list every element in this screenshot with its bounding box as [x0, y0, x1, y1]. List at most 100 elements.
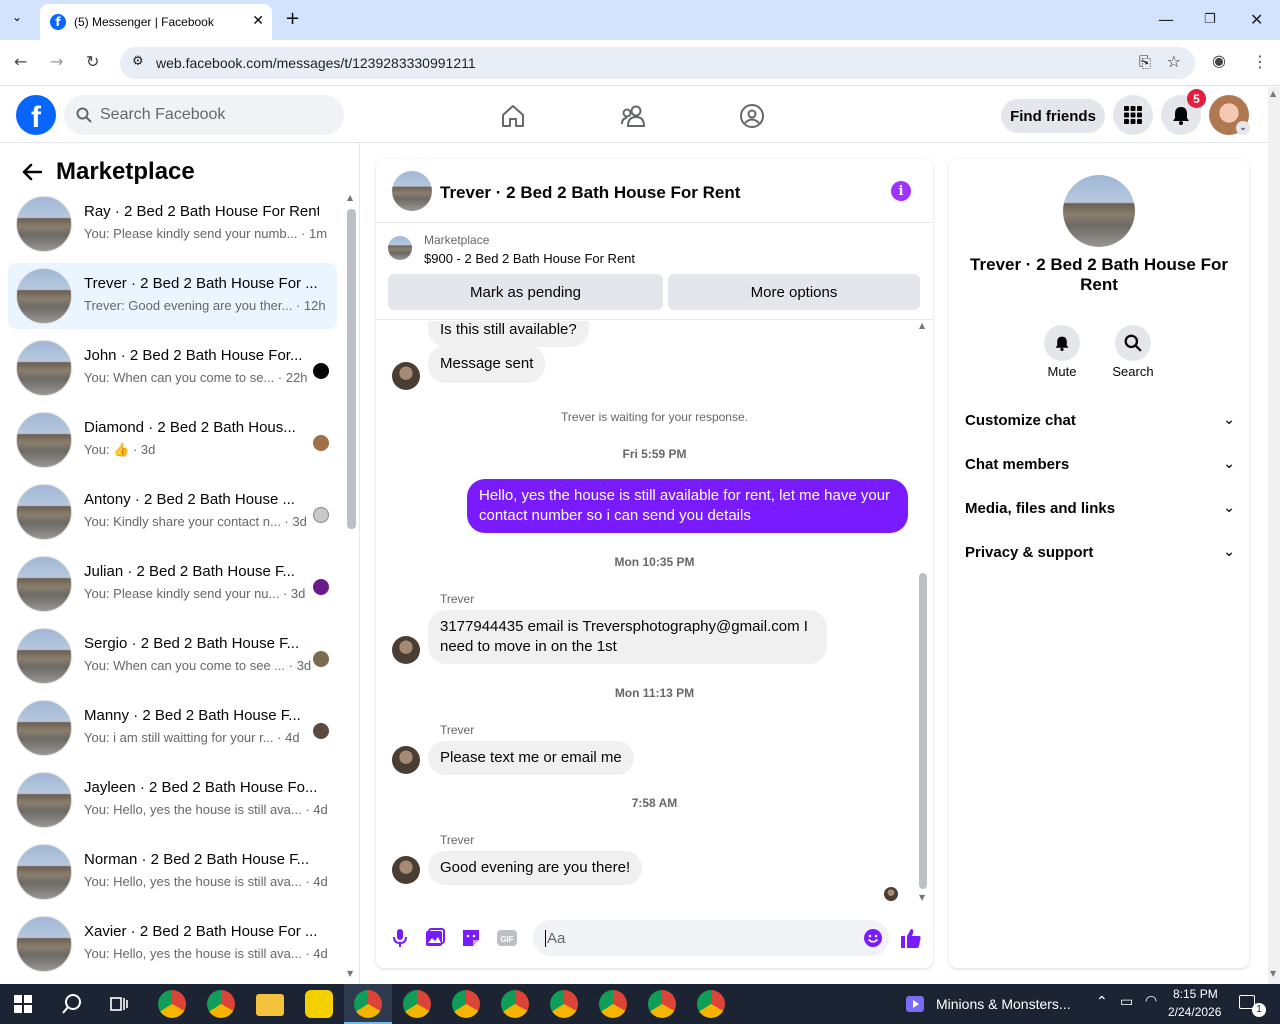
scroll-down-icon[interactable]: ▼	[1270, 969, 1276, 978]
gif-icon[interactable]: GIF	[496, 927, 518, 949]
account-chevron-icon[interactable]: ⌄	[1236, 121, 1250, 135]
search-input[interactable]: Search Facebook	[64, 95, 344, 135]
clock-date[interactable]: 2/24/2026	[1168, 1005, 1221, 1019]
scroll-up-icon[interactable]: ▲	[1270, 89, 1276, 98]
close-window-icon[interactable]: ✕	[1250, 10, 1263, 29]
mute-button[interactable]	[1044, 325, 1080, 361]
browser-tab[interactable]: f (5) Messenger | Facebook ✕	[40, 4, 272, 40]
conversation-item[interactable]: Norman · 2 Bed 2 Bath House F... You: He…	[8, 839, 337, 905]
chat-panel: Trever · 2 Bed 2 Bath House For Rent i M…	[376, 159, 933, 968]
url-bar[interactable]: ⚙ web.facebook.com/messages/t/1239283330…	[120, 47, 1195, 79]
conversation-name: Julian · 2 Bed 2 Bath House F...	[84, 563, 295, 580]
reload-icon[interactable]: ↻	[86, 52, 99, 71]
file-explorer-icon[interactable]	[256, 994, 284, 1016]
privacy-support-section[interactable]: Privacy & support ⌄	[965, 544, 1235, 568]
chrome-profile-icon[interactable]	[648, 990, 676, 1018]
tab-list-chevron-icon[interactable]: ⌄	[12, 10, 22, 24]
back-icon[interactable]: ←	[14, 52, 27, 71]
media-title[interactable]: Minions & Monsters...	[936, 996, 1071, 1012]
chat-title[interactable]: Trever · 2 Bed 2 Bath House For Rent	[440, 183, 740, 203]
message-input[interactable]: Aa	[533, 920, 889, 956]
message-list: Is this still available? Message sent Tr…	[376, 321, 933, 911]
scroll-up-icon[interactable]: ▲	[347, 193, 353, 202]
forward-icon[interactable]: →	[50, 52, 63, 71]
find-friends-button[interactable]: Find friends	[1001, 99, 1105, 133]
facebook-header: f Search Facebook Find friends 5 ⌄	[0, 87, 1268, 143]
meet-now-icon[interactable]: ▭	[1120, 994, 1133, 1010]
chrome-profile-icon[interactable]	[354, 990, 382, 1018]
customize-chat-section[interactable]: Customize chat ⌄	[965, 412, 1235, 436]
listing-avatar	[16, 700, 72, 756]
profile-icon[interactable]: ◉	[1212, 51, 1226, 70]
app-icon[interactable]	[305, 990, 333, 1018]
search-conversation-button[interactable]	[1115, 325, 1151, 361]
minimize-icon[interactable]: —	[1158, 10, 1174, 29]
clock-time[interactable]: 8:15 PM	[1173, 987, 1218, 1001]
conversation-item[interactable]: Ray · 2 Bed 2 Bath House For Rent You: P…	[8, 191, 337, 257]
sticker-icon[interactable]	[460, 927, 482, 949]
conversation-item[interactable]: Xavier · 2 Bed 2 Bath House For ... You:…	[8, 911, 337, 977]
media-play-icon[interactable]	[906, 996, 924, 1012]
back-arrow-icon[interactable]	[22, 163, 42, 181]
conversation-item[interactable]: Sergio · 2 Bed 2 Bath House F... You: Wh…	[8, 623, 337, 689]
taskbar-search-icon[interactable]	[61, 993, 83, 1015]
chrome-profile-icon[interactable]	[697, 990, 725, 1018]
listing-avatar	[16, 916, 72, 972]
chat-avatar[interactable]	[392, 171, 432, 211]
scroll-up-icon[interactable]: ▲	[919, 321, 925, 330]
chrome-profile-icon[interactable]	[599, 990, 627, 1018]
info-icon[interactable]: i	[891, 181, 911, 201]
conversation-item[interactable]: Julian · 2 Bed 2 Bath House F... You: Pl…	[8, 551, 337, 617]
conversation-item[interactable]: Manny · 2 Bed 2 Bath House F... You: i a…	[8, 695, 337, 761]
conversation-avatar[interactable]	[1063, 175, 1135, 247]
browser-menu-icon[interactable]: ⋮	[1252, 52, 1268, 71]
facebook-logo[interactable]: f	[16, 95, 56, 135]
groups-icon[interactable]	[739, 103, 765, 129]
bookmark-star-icon[interactable]: ☆	[1167, 52, 1181, 71]
listing-price[interactable]: $900 - 2 Bed 2 Bath House For Rent	[424, 251, 635, 266]
install-app-icon[interactable]: ⎘	[1139, 53, 1151, 71]
chrome-profile-icon[interactable]	[452, 990, 480, 1018]
chat-members-section[interactable]: Chat members ⌄	[965, 456, 1235, 480]
chrome-profile-icon[interactable]	[158, 990, 186, 1018]
conversation-item-active[interactable]: Trever · 2 Bed 2 Bath House For ... Trev…	[8, 263, 337, 329]
svg-text:GIF: GIF	[500, 935, 513, 944]
windows-start-icon[interactable]	[14, 995, 32, 1013]
media-files-links-section[interactable]: Media, files and links ⌄	[965, 500, 1235, 524]
home-icon[interactable]	[500, 103, 526, 129]
page-scrollbar[interactable]: ▲ ▼	[1268, 87, 1280, 984]
close-tab-icon[interactable]: ✕	[252, 12, 264, 29]
listing-avatar	[16, 556, 72, 612]
scroll-down-icon[interactable]: ▼	[919, 893, 925, 902]
photo-icon[interactable]	[424, 927, 446, 949]
conversation-item[interactable]: Diamond · 2 Bed 2 Bath Hous... You: 👍 · …	[8, 407, 337, 473]
friends-icon[interactable]	[620, 103, 648, 129]
conversation-name: Ray · 2 Bed 2 Bath House For Rent	[84, 203, 319, 220]
conversation-item[interactable]: Antony · 2 Bed 2 Bath House ... You: Kin…	[8, 479, 337, 545]
chrome-profile-icon[interactable]	[550, 990, 578, 1018]
read-receipt-avatar	[313, 651, 329, 667]
tray-chevron-icon[interactable]: ⌃	[1096, 994, 1108, 1010]
listing-thumbnail[interactable]	[388, 236, 412, 260]
thumbs-up-icon[interactable]	[899, 926, 923, 950]
more-options-button[interactable]: More options	[668, 274, 920, 310]
conversation-info-panel: Trever · 2 Bed 2 Bath House For Rent Mut…	[949, 159, 1249, 968]
sidebar-scrollbar[interactable]	[347, 209, 356, 529]
section-label: Customize chat	[965, 412, 1076, 429]
chrome-profile-icon[interactable]	[501, 990, 529, 1018]
conversation-item[interactable]: John · 2 Bed 2 Bath House For... You: Wh…	[8, 335, 337, 401]
emoji-icon[interactable]	[863, 928, 883, 948]
scroll-down-icon[interactable]: ▼	[347, 969, 353, 978]
chat-scrollbar[interactable]	[919, 573, 927, 889]
new-tab-icon[interactable]: +	[285, 8, 300, 29]
task-view-icon[interactable]	[110, 995, 128, 1013]
chrome-icon[interactable]	[207, 990, 235, 1018]
site-info-icon[interactable]: ⚙	[132, 54, 144, 69]
menu-button[interactable]	[1113, 95, 1153, 135]
chrome-profile-icon[interactable]	[403, 990, 431, 1018]
mark-pending-button[interactable]: Mark as pending	[388, 274, 663, 310]
microphone-icon[interactable]	[389, 927, 411, 949]
conversation-item[interactable]: Jayleen · 2 Bed 2 Bath House Fo... You: …	[8, 767, 337, 833]
wifi-icon[interactable]: ◠	[1145, 993, 1157, 1009]
restore-icon[interactable]: ❐	[1204, 12, 1216, 27]
